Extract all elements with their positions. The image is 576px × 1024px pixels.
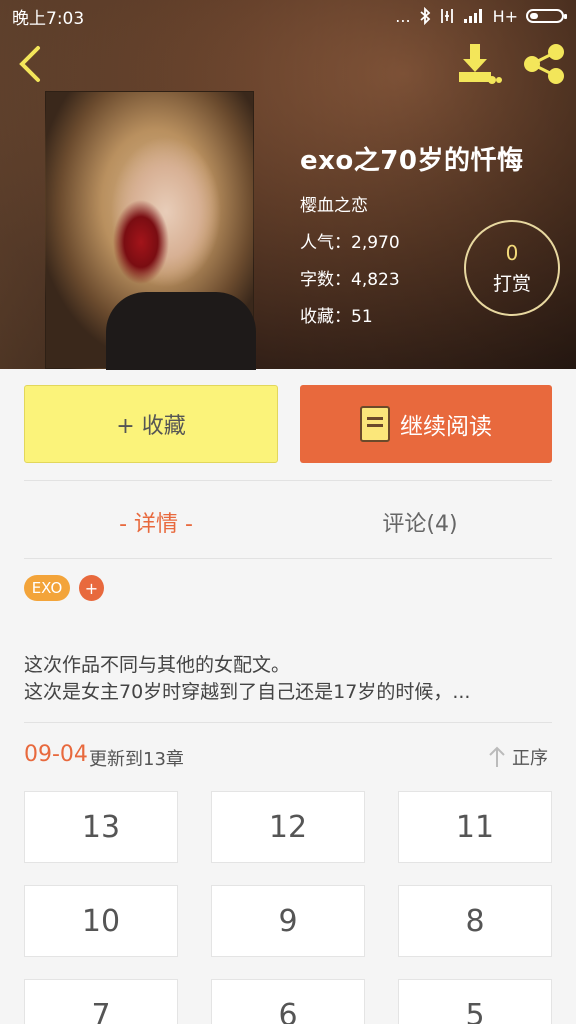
- update-status: 更新到13章: [89, 749, 184, 770]
- chapter-button[interactable]: 10: [24, 885, 178, 957]
- word-count-label: 字数：: [300, 270, 351, 290]
- book-title: exo之70岁的忏悔: [300, 146, 524, 176]
- status-icons: ... H+: [395, 6, 567, 26]
- description-line: 这次是女主70岁时穿越到了自己还是17岁的时候，...: [24, 681, 471, 703]
- status-bar: 晚上7:03 ... H+: [0, 0, 576, 32]
- divider: [24, 722, 552, 723]
- chapter-button[interactable]: 5: [398, 979, 552, 1024]
- tag-exo[interactable]: EXO: [24, 575, 70, 601]
- battery-icon: [526, 9, 567, 23]
- back-arrow-icon: [19, 46, 40, 82]
- popularity-label: 人气：: [300, 233, 351, 253]
- continue-reading-label: 继续阅读: [400, 414, 492, 440]
- download-button[interactable]: [456, 42, 502, 86]
- tab-comments[interactable]: 评论(4): [288, 500, 552, 544]
- description-line: 这次作品不同与其他的女配文。: [24, 654, 291, 676]
- word-count-value: 4,823: [351, 270, 400, 290]
- tab-detail[interactable]: - 详情 -: [24, 500, 288, 544]
- book-description[interactable]: 这次作品不同与其他的女配文。 这次是女主70岁时穿越到了自己还是17岁的时候，.…: [24, 652, 554, 706]
- chapter-button[interactable]: 13: [24, 791, 178, 863]
- chapter-grid: 13 12 11 10 9 8 7 6 5: [24, 791, 552, 1024]
- book-author: 樱血之恋: [300, 196, 368, 216]
- favorites-value: 51: [351, 307, 373, 327]
- book-cover-image: [45, 91, 256, 370]
- network-type: H+: [492, 6, 518, 26]
- signal-icon: [463, 9, 482, 23]
- share-button[interactable]: [520, 42, 568, 86]
- update-date: 09-04: [24, 742, 88, 767]
- share-icon: [524, 44, 564, 84]
- status-time: 晚上7:03: [12, 8, 85, 29]
- bluetooth-icon: [419, 7, 430, 25]
- add-to-favorites-button[interactable]: + 收藏: [24, 385, 278, 463]
- favorites-label: 收藏：: [300, 307, 351, 327]
- popularity-value: 2,970: [351, 233, 400, 253]
- chapter-button[interactable]: 7: [24, 979, 178, 1024]
- tip-button[interactable]: 0 打赏: [464, 220, 560, 316]
- sort-order-label: 正序: [512, 748, 548, 769]
- download-icon: [459, 44, 502, 84]
- chapter-button[interactable]: 8: [398, 885, 552, 957]
- chapter-button[interactable]: 12: [211, 791, 365, 863]
- add-tag-button[interactable]: +: [79, 575, 104, 601]
- chapter-button[interactable]: 6: [211, 979, 365, 1024]
- tip-label: 打赏: [492, 272, 531, 295]
- book-icon: [360, 406, 390, 442]
- chapter-button[interactable]: 9: [211, 885, 365, 957]
- chapter-button[interactable]: 11: [398, 791, 552, 863]
- divider: [24, 558, 552, 559]
- back-button[interactable]: [12, 40, 52, 88]
- arrow-up-icon: [489, 746, 505, 767]
- tip-count: 0: [505, 240, 519, 265]
- more-dots-icon: ...: [395, 6, 411, 26]
- divider: [24, 480, 552, 481]
- sort-order-button[interactable]: 正序: [488, 744, 548, 770]
- vibrate-icon: [440, 9, 453, 23]
- continue-reading-button[interactable]: 继续阅读: [300, 385, 552, 463]
